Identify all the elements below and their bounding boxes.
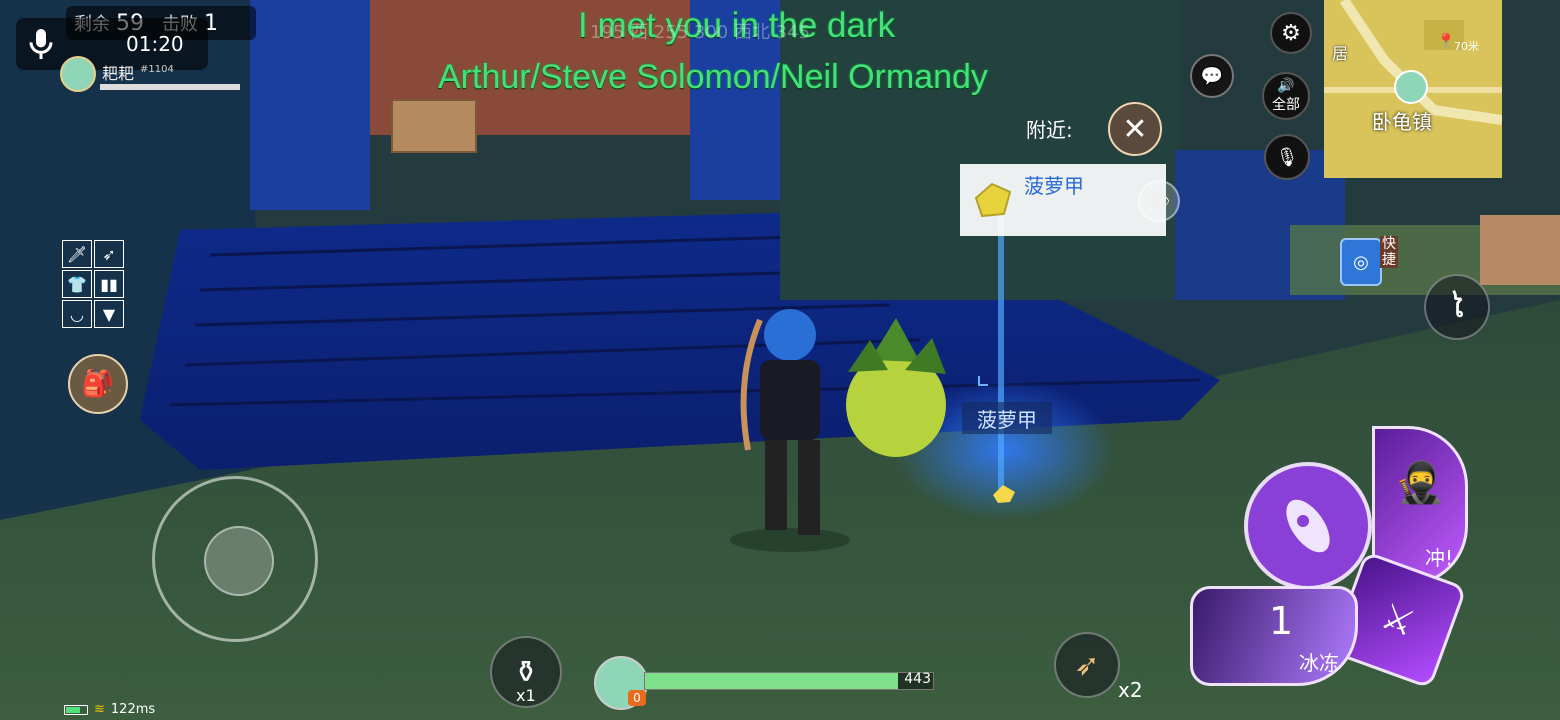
voice-channel-button[interactable]: 🔊 全部 bbox=[1262, 72, 1310, 120]
quick-item-slot[interactable]: ◎ bbox=[1340, 238, 1382, 286]
potion-button[interactable]: ⚱ x1 bbox=[490, 636, 562, 708]
view-toggle-button[interactable]: 👁 bbox=[1138, 180, 1180, 222]
nearby-item-card[interactable]: 菠萝甲 bbox=[960, 164, 1166, 236]
dash-skill-label: 冲! bbox=[1424, 546, 1453, 570]
mic-toggle-button[interactable]: 🎙 bbox=[1264, 134, 1310, 180]
accessory-icon[interactable]: ◡ bbox=[62, 300, 92, 328]
pants-icon[interactable]: ▮▮ bbox=[94, 270, 124, 298]
wind-swirl-icon: ໄ bbox=[1449, 289, 1465, 325]
speaker-icon: 🔊 bbox=[1277, 78, 1295, 94]
player-id: #1104 bbox=[140, 64, 174, 75]
map-label-residence: 居 bbox=[1332, 44, 1349, 63]
status-bar: ≋ 122ms bbox=[64, 702, 155, 717]
movement-joystick[interactable] bbox=[152, 476, 318, 642]
arrows-count: x2 bbox=[1118, 678, 1143, 702]
match-timer: 01:20 bbox=[126, 32, 184, 56]
map-distance: 70米 bbox=[1454, 40, 1479, 53]
armor-icon[interactable]: 👕 bbox=[62, 270, 92, 298]
self-health-bar: 443 bbox=[644, 671, 934, 690]
level-badge: 0 bbox=[628, 690, 646, 706]
chat-button[interactable]: 💬 bbox=[1190, 54, 1234, 98]
potion-bottle-icon: ⚱ bbox=[513, 654, 539, 690]
freeze-charges: 1 bbox=[1269, 599, 1294, 643]
player-name: 耙耙 bbox=[102, 64, 135, 83]
self-health-fill bbox=[645, 673, 899, 689]
ninja-strike-icon: ⚔ bbox=[1375, 595, 1421, 645]
equipment-grid[interactable]: 🗡 ➶ 👕 ▮▮ ◡ ▼ bbox=[62, 240, 124, 328]
main-skill-button[interactable] bbox=[1244, 462, 1372, 590]
gear-icon: ⚙ bbox=[1281, 20, 1301, 46]
boots-icon[interactable]: ▼ bbox=[94, 300, 124, 328]
wind-skill-button[interactable]: ໄ bbox=[1424, 274, 1490, 340]
quick-label: 快捷 bbox=[1380, 236, 1398, 268]
map-pin-icon: 📍 bbox=[1436, 32, 1456, 51]
pineapple-armor-icon bbox=[960, 164, 1024, 236]
map-town-name: 卧龟镇 bbox=[1372, 110, 1432, 134]
sword-icon[interactable]: 🗡 bbox=[62, 240, 92, 268]
player-health-bar bbox=[100, 84, 240, 90]
shield-blade-icon bbox=[1286, 499, 1330, 553]
backpack-button[interactable]: 🎒 bbox=[68, 354, 128, 414]
bow-icon[interactable]: ➶ bbox=[94, 240, 124, 268]
nearby-item-name: 菠萝甲 bbox=[1024, 174, 1084, 198]
freeze-skill-label: 冰冻 bbox=[1299, 651, 1339, 675]
bow-arrow-icon: ➶ bbox=[1074, 647, 1100, 683]
ping-text: 122ms bbox=[110, 702, 156, 717]
mic-off-icon: 🎙 bbox=[1275, 146, 1299, 168]
ninja-dash-icon: 🥷 bbox=[1395, 460, 1445, 506]
wifi-icon: ≋ bbox=[94, 702, 105, 717]
freeze-skill-button[interactable]: 1 冰冻 bbox=[1190, 586, 1358, 686]
battery-icon bbox=[64, 704, 88, 715]
nearby-close-button[interactable]: ✕ bbox=[1108, 102, 1162, 156]
close-icon: ✕ bbox=[1122, 111, 1148, 147]
voice-channel-label: 全部 bbox=[1272, 97, 1300, 113]
target-marker-icon bbox=[978, 376, 988, 386]
player-plate: 耙耙 #1104 bbox=[60, 56, 256, 92]
minimap[interactable]: 居 📍 70米 卧龟镇 bbox=[1324, 0, 1502, 178]
map-player-marker bbox=[1394, 70, 1428, 104]
eye-icon: 👁 bbox=[1147, 190, 1171, 212]
joystick-thumb[interactable] bbox=[204, 526, 274, 596]
bow-shot-button[interactable]: ➶ bbox=[1054, 632, 1120, 698]
chat-bubble-icon: 💬 bbox=[1200, 65, 1224, 87]
world-item-label: 菠萝甲 bbox=[962, 402, 1052, 434]
camera-icon: ◎ bbox=[1353, 251, 1369, 273]
compass-strip: 195 西 255 300 西北 345 bbox=[590, 22, 811, 43]
potion-count: x1 bbox=[516, 686, 536, 705]
nearby-label: 附近: bbox=[1026, 118, 1073, 142]
lyric-line-2: Arthur/Steve Solomon/Neil Ormandy bbox=[438, 58, 988, 96]
backpack-icon: 🎒 bbox=[81, 369, 115, 399]
settings-button[interactable]: ⚙ bbox=[1270, 12, 1312, 54]
microphone-icon[interactable] bbox=[16, 24, 66, 64]
self-health-value: 443 bbox=[904, 671, 931, 687]
player-avatar bbox=[60, 56, 96, 92]
